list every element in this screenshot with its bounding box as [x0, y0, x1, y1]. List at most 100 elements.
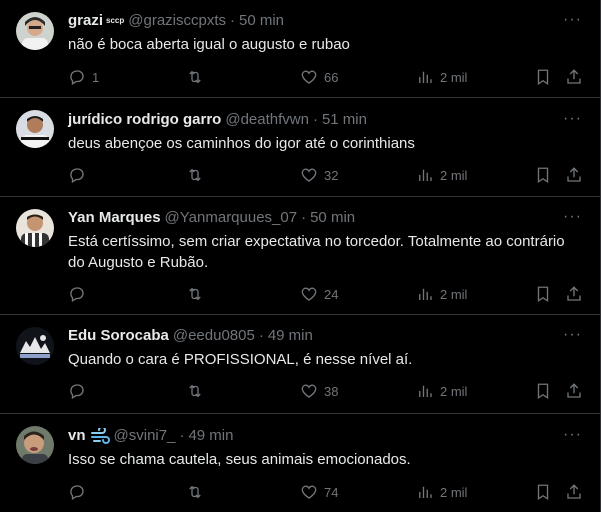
like-button[interactable]: 38: [300, 382, 338, 400]
separator: ·: [301, 209, 307, 226]
view-count: 2 mil: [440, 484, 468, 500]
like-button[interactable]: 74: [300, 483, 338, 501]
display-name[interactable]: Yan Marques: [68, 208, 161, 228]
reply-button[interactable]: 1: [68, 68, 99, 86]
tweet-actions: 32 2 mil: [68, 166, 584, 186]
share-button[interactable]: [565, 483, 583, 501]
bookmark-icon: [537, 69, 549, 86]
views-button[interactable]: 2 mil: [416, 483, 467, 501]
heart-icon: [301, 384, 317, 398]
avatar[interactable]: [16, 426, 54, 464]
tweet[interactable]: vn @svini7_ · 49 min ··· Isso se chama c…: [0, 414, 600, 512]
display-name[interactable]: vn: [68, 426, 86, 446]
view-count: 2 mil: [440, 167, 468, 183]
share-icon: [567, 383, 581, 398]
like-count: 66: [324, 69, 339, 85]
share-button[interactable]: [565, 166, 583, 184]
display-name[interactable]: Edu Sorocaba: [68, 326, 169, 346]
bookmark-button[interactable]: [534, 68, 552, 86]
tweet[interactable]: Yan Marques @Yanmarquues_07 · 50 min ···…: [0, 197, 600, 315]
bookmark-button[interactable]: [534, 285, 552, 303]
more-options-icon[interactable]: ···: [563, 11, 582, 29]
tweet[interactable]: Edu Sorocaba @eedu0805 · 49 min ··· Quan…: [0, 315, 600, 414]
timestamp[interactable]: 50 min: [239, 11, 284, 31]
more-options-icon[interactable]: ···: [563, 208, 582, 226]
views-button[interactable]: 2 mil: [416, 166, 467, 184]
tweet-text: Isso se chama cautela, seus animais emoc…: [68, 451, 411, 468]
handle[interactable]: @svini7_: [114, 426, 176, 446]
reply-icon: [70, 384, 84, 399]
reply-button[interactable]: [68, 285, 92, 303]
retweet-button[interactable]: [186, 285, 210, 303]
retweet-button[interactable]: [186, 166, 210, 184]
like-button[interactable]: 66: [300, 68, 338, 86]
bookmark-icon: [537, 484, 549, 501]
reply-icon: [70, 287, 84, 302]
retweet-icon: [189, 168, 201, 182]
display-name[interactable]: grazi: [68, 11, 103, 31]
more-options-icon[interactable]: ···: [563, 110, 582, 128]
analytics-icon: [419, 71, 432, 83]
reply-button[interactable]: [68, 382, 92, 400]
analytics-icon: [419, 169, 432, 181]
like-button[interactable]: 32: [300, 166, 338, 184]
tweet-actions: 74 2 mil: [68, 483, 584, 503]
avatar[interactable]: [16, 327, 54, 365]
like-button[interactable]: 24: [300, 285, 338, 303]
analytics-icon: [419, 288, 432, 300]
wind-emoji-icon: [90, 428, 110, 444]
bookmark-icon: [537, 383, 549, 400]
reply-button[interactable]: [68, 166, 92, 184]
bookmark-button[interactable]: [534, 483, 552, 501]
tweet-header: Yan Marques @Yanmarquues_07 · 50 min: [68, 208, 584, 228]
timestamp[interactable]: 49 min: [188, 426, 233, 446]
heart-icon: [301, 485, 317, 499]
handle[interactable]: @grazisccpxts: [128, 11, 226, 31]
heart-icon: [301, 70, 317, 84]
bookmark-icon: [537, 286, 549, 303]
tweet[interactable]: grazi sccp @grazisccpxts · 50 min ··· nã…: [0, 0, 600, 98]
views-button[interactable]: 2 mil: [416, 382, 467, 400]
name-badge: sccp: [106, 16, 125, 25]
share-button[interactable]: [565, 68, 583, 86]
reply-button[interactable]: [68, 483, 92, 501]
more-options-icon[interactable]: ···: [563, 326, 582, 344]
analytics-icon: [419, 385, 432, 397]
display-name[interactable]: jurídico rodrigo garro: [68, 110, 221, 130]
share-button[interactable]: [565, 285, 583, 303]
timestamp[interactable]: 50 min: [310, 208, 355, 228]
like-count: 32: [324, 167, 339, 183]
timestamp[interactable]: 51 min: [322, 110, 367, 130]
bookmark-button[interactable]: [534, 382, 552, 400]
tweet-text: Quando o cara é PROFISSIONAL, é nesse ní…: [68, 351, 413, 368]
more-options-icon[interactable]: ···: [563, 426, 582, 444]
views-button[interactable]: 2 mil: [416, 68, 467, 86]
avatar[interactable]: [16, 209, 54, 247]
tweet-actions: 24 2 mil: [68, 285, 584, 305]
retweet-button[interactable]: [186, 382, 210, 400]
share-icon: [567, 69, 581, 84]
avatar[interactable]: [16, 110, 54, 148]
separator: ·: [312, 111, 318, 128]
timestamp[interactable]: 49 min: [268, 326, 313, 346]
separator: ·: [230, 12, 235, 29]
like-count: 38: [324, 383, 339, 399]
retweet-button[interactable]: [186, 68, 210, 86]
views-button[interactable]: 2 mil: [416, 285, 467, 303]
retweet-icon: [189, 287, 201, 301]
avatar[interactable]: [16, 12, 54, 50]
retweet-icon: [189, 70, 201, 84]
share-button[interactable]: [565, 382, 583, 400]
reply-icon: [70, 485, 84, 500]
tweet-header: Edu Sorocaba @eedu0805 · 49 min: [68, 326, 584, 346]
analytics-icon: [419, 486, 432, 498]
tweet-header: jurídico rodrigo garro @deathfvwn · 51 m…: [68, 110, 584, 130]
handle[interactable]: @deathfvwn: [225, 110, 309, 130]
handle[interactable]: @Yanmarquues_07: [165, 208, 298, 228]
view-count: 2 mil: [440, 286, 468, 302]
tweet-text: Está certíssimo, sem criar expectativa n…: [68, 233, 565, 271]
bookmark-button[interactable]: [534, 166, 552, 184]
retweet-button[interactable]: [186, 483, 210, 501]
tweet[interactable]: jurídico rodrigo garro @deathfvwn · 51 m…: [0, 98, 600, 197]
handle[interactable]: @eedu0805: [173, 326, 255, 346]
